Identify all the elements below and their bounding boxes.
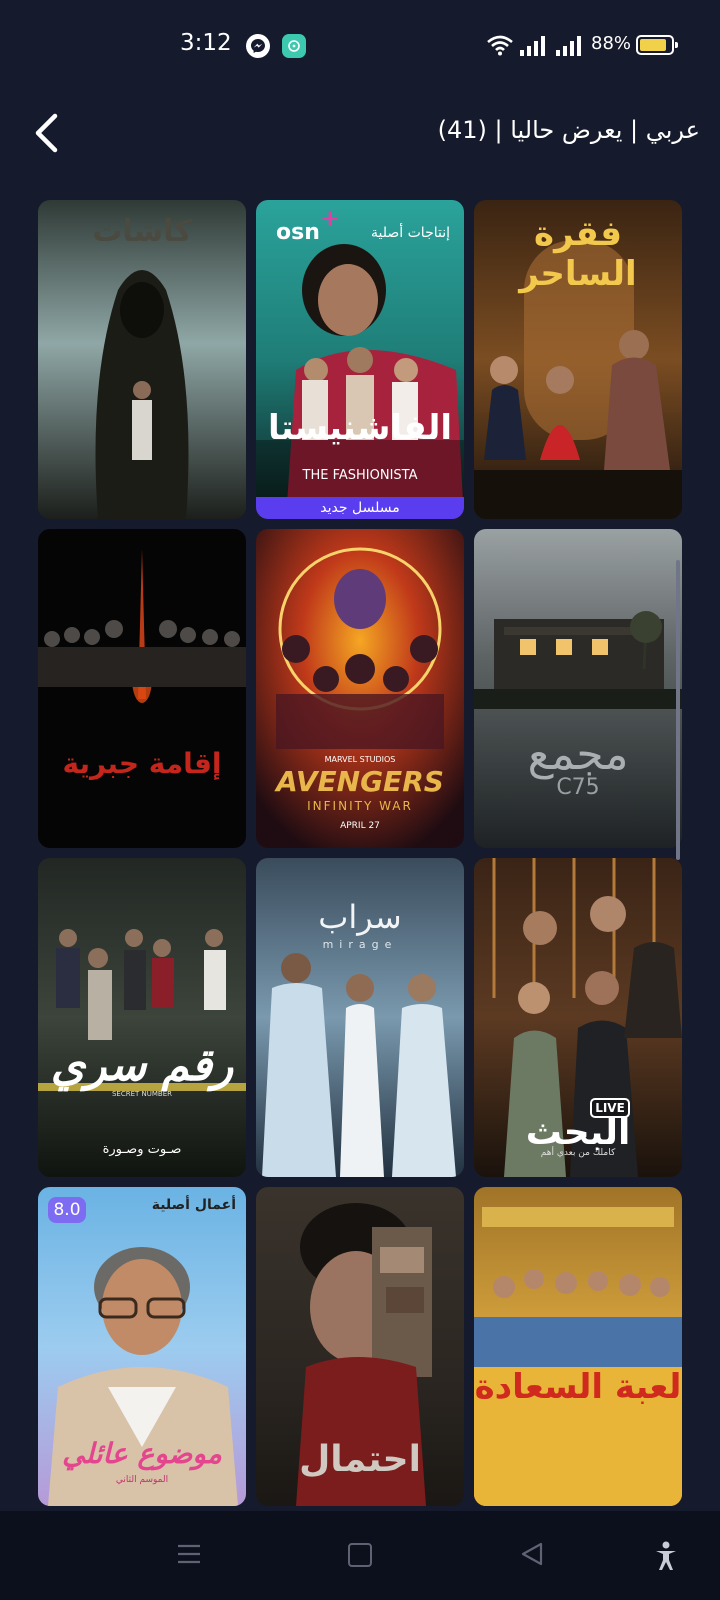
poster-card-mogama-c75[interactable]: مجمع C75	[474, 529, 682, 848]
status-bar: 3:12 88%	[0, 0, 720, 90]
poster-subtitle: كاملك من بعدي أهم	[540, 1148, 616, 1158]
poster-title: كاشات	[92, 214, 192, 249]
header: عربي | يعرض حاليا | (41)	[0, 100, 720, 170]
poster-title: موضوع عائلي	[62, 1437, 222, 1470]
new-series-banner: مسلسل جديد	[256, 497, 464, 519]
rating-badge: 8.0	[48, 1197, 86, 1223]
poster-card-ehtemal[interactable]: احتمال	[256, 1187, 464, 1506]
poster-card-raqam-serry[interactable]: SECRET NUMBER رقم سري صـوت وصـورة	[38, 858, 246, 1177]
poster-card-loabet-el-saada[interactable]: لعبة السعادة	[474, 1187, 682, 1506]
battery-percentage: 88%	[591, 33, 632, 54]
originals-label: إنتاجات أصلية	[371, 225, 450, 241]
poster-card-eqama-gabreya[interactable]: إقامة جبرية	[38, 529, 246, 848]
back-button[interactable]	[26, 110, 66, 156]
studio-label: MARVEL STUDIOS	[324, 755, 396, 764]
scrollbar[interactable]	[676, 560, 680, 860]
signal-icon	[520, 36, 545, 56]
page-title: عربي | يعرض حاليا | (41)	[437, 116, 700, 144]
poster-subtitle: C75	[556, 775, 600, 800]
poster-title: احتمال	[299, 1439, 421, 1480]
battery-icon	[636, 35, 678, 55]
poster-title: إقامة جبرية	[62, 747, 222, 780]
originals-badge: أعمال أصلية	[151, 1197, 236, 1213]
poster-title: فقرة الساحر	[519, 214, 637, 294]
back-icon[interactable]	[520, 1541, 544, 1567]
poster-image	[474, 1187, 682, 1506]
poster-subtitle: mirage	[322, 938, 398, 951]
messenger-icon	[246, 34, 270, 58]
poster-title: AVENGERS	[276, 765, 444, 798]
poster-title: سراب	[318, 898, 402, 936]
poster-title: البحث	[525, 1112, 631, 1153]
menu-icon[interactable]	[176, 1541, 202, 1567]
poster-title: لعبة السعادة	[474, 1367, 682, 1407]
poster-image	[38, 529, 246, 848]
signal-icon	[556, 36, 581, 56]
poster-english-title: SECRET NUMBER	[111, 1090, 173, 1098]
poster-image	[38, 858, 246, 1177]
status-time: 3:12	[180, 30, 232, 56]
chevron-left-icon	[35, 113, 58, 153]
poster-image	[474, 529, 682, 848]
poster-subtitle: الموسم الثاني	[115, 1475, 169, 1485]
wifi-icon	[487, 35, 513, 56]
poster-card-fashionista[interactable]: osn + إنتاجات أصلية الفاشنيستا THE FASHI…	[256, 200, 464, 519]
navigation-bar	[0, 1511, 720, 1600]
poster-title: رقم سري	[50, 1040, 234, 1091]
poster-card-sarab[interactable]: سراب mirage	[256, 858, 464, 1177]
poster-subtitle: THE FASHIONISTA	[302, 468, 418, 483]
accessibility-icon[interactable]	[654, 1541, 678, 1571]
poster-card-el-bahth[interactable]: LIVE البحث كاملك من بعدي أهم	[474, 858, 682, 1177]
poster-subtitle: INFINITY WAR	[307, 799, 413, 813]
release-date: APRIL 27	[340, 821, 380, 831]
chat-icon	[282, 34, 306, 58]
osn-plus-icon: +	[320, 204, 341, 232]
poster-card-kashat[interactable]: كاشات	[38, 200, 246, 519]
poster-card-mawdoo-aaely[interactable]: 8.0 أعمال أصلية موضوع عائلي الموسم الثان…	[38, 1187, 246, 1506]
home-icon[interactable]	[348, 1543, 372, 1567]
poster-title: الفاشنيستا	[267, 408, 453, 448]
poster-subtitle: صـوت وصـورة	[102, 1142, 182, 1157]
poster-grid: كاشات osn + إنتاجات أصلية الفاشنيستا THE…	[38, 200, 682, 1506]
poster-card-avengers[interactable]: MARVEL STUDIOS AVENGERS INFINITY WAR APR…	[256, 529, 464, 848]
poster-card-fakrat-el-saher[interactable]: فقرة الساحر	[474, 200, 682, 519]
poster-title: مجمع	[527, 729, 629, 780]
osn-logo: osn	[276, 220, 320, 245]
